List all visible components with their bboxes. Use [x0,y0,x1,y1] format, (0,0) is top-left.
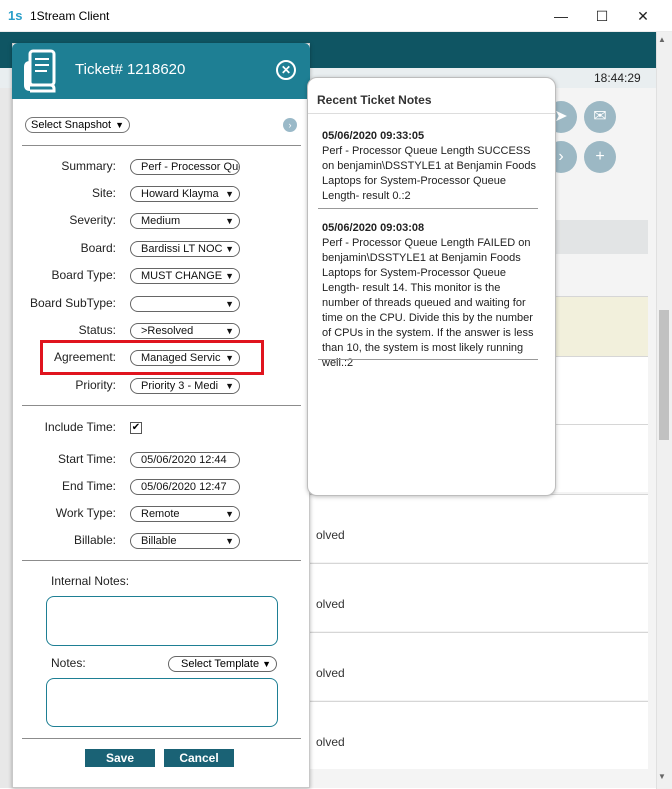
chevron-down-icon: ▼ [223,324,234,338]
billable-label: Billable: [73,533,116,547]
work-type-select[interactable]: Remote ▼ [130,506,240,522]
template-select-label: Select Template [181,658,260,670]
minimize-button[interactable]: — [545,4,577,28]
agreement-select[interactable]: Managed Servic ▼ [130,350,240,366]
template-select[interactable]: Select Template ▼ [168,656,277,672]
scroll-up-icon[interactable]: ▲ [658,35,666,44]
internal-notes-textarea[interactable] [46,596,278,646]
divider [22,738,301,739]
board-type-select-value: MUST CHANGE [141,270,223,282]
chevron-down-icon: ▼ [223,534,234,548]
ticket-document-icon [20,47,62,95]
board-type-label: Board Type: [51,268,117,282]
divider [22,145,301,146]
chevron-down-icon: ▼ [223,242,234,256]
board-select-value: Bardissi LT NOC [141,243,223,255]
window-close-button[interactable]: ✕ [627,4,659,28]
row-status-text: olved [316,666,345,680]
plus-icon[interactable]: + [584,141,616,173]
divider [318,359,538,360]
site-label: Site: [91,186,116,200]
row-status-text: olved [316,597,345,611]
summary-input[interactable]: Perf - Processor Que [130,159,240,175]
window-title: 1Stream Client [30,9,110,23]
list-row[interactable] [308,632,648,700]
board-label: Board: [80,241,116,255]
note-date: 05/06/2020 09:03:08 [322,222,425,234]
chevron-down-icon: ▼ [223,507,234,521]
snapshot-select-label: Select Snapshot [31,119,112,131]
note-item: 05/06/2020 09:33:05 Perf - Processor Que… [322,129,538,204]
priority-select-value: Priority 3 - Medi [141,380,219,392]
snapshot-go-icon[interactable]: › [283,118,297,132]
include-time-checkbox[interactable]: ✔ [130,422,142,434]
chevron-down-icon: ▼ [223,269,234,283]
note-text: Perf - Processor Queue Length FAILED on … [322,237,534,369]
mail-icon[interactable]: ✉ [584,101,616,133]
severity-select-value: Medium [141,215,181,227]
divider [308,113,555,114]
cancel-button[interactable]: Cancel [164,749,234,767]
board-select[interactable]: Bardissi LT NOC ▼ [130,241,240,257]
chevron-down-icon: ▼ [223,379,234,393]
divider [318,208,538,209]
ticket-title: Ticket# 1218620 [75,61,186,78]
status-label: Status: [78,323,116,337]
ticket-dialog [12,43,310,788]
chevron-down-icon: ▼ [223,214,234,228]
severity-label: Severity: [69,213,116,227]
agreement-label: Agreement: [53,350,116,364]
severity-select[interactable]: Medium ▼ [130,213,240,229]
snapshot-select[interactable]: Select Snapshot ▼ [25,117,130,133]
agreement-select-value: Managed Servic [141,352,221,364]
end-time-input[interactable]: 05/06/2020 12:47 [130,479,240,495]
billable-select-value: Billable [141,535,177,547]
list-row[interactable] [308,494,648,562]
site-select[interactable]: Howard Klayma ▼ [130,186,240,202]
chevron-down-icon: ▼ [115,120,124,130]
internal-notes-label: Internal Notes: [51,574,130,588]
note-item: 05/06/2020 09:03:08 Perf - Processor Que… [322,221,538,371]
list-row[interactable] [308,701,648,769]
board-subtype-label: Board SubType: [29,296,116,310]
chevron-down-icon: ▼ [223,351,234,365]
site-select-value: Howard Klayma [141,188,219,200]
app-logo: 1s [8,8,23,23]
start-time-input[interactable]: 05/06/2020 12:44 [130,452,240,468]
board-type-select[interactable]: MUST CHANGE ▼ [130,268,240,284]
chevron-down-icon: ▼ [223,187,234,201]
work-type-label: Work Type: [55,506,116,520]
recent-notes-title: Recent Ticket Notes [317,93,432,107]
board-subtype-select[interactable]: ▼ [130,296,240,312]
list-row[interactable] [308,563,648,631]
divider [22,405,301,406]
include-time-label: Include Time: [44,420,116,434]
notes-label: Notes: [51,656,86,670]
row-status-text: olved [316,735,345,749]
divider [22,560,301,561]
maximize-button[interactable]: ☐ [586,4,618,28]
summary-label: Summary: [61,159,116,173]
dialog-close-icon[interactable]: ✕ [276,60,296,80]
status-select[interactable]: >Resolved ▼ [130,323,240,339]
scrollbar-thumb[interactable] [659,310,669,440]
clock-text: 18:44:29 [594,71,641,85]
priority-label: Priority: [75,378,116,392]
save-button[interactable]: Save [85,749,155,767]
billable-select[interactable]: Billable ▼ [130,533,240,549]
notes-textarea[interactable] [46,678,278,727]
chevron-down-icon: ▼ [223,297,234,311]
status-select-value: >Resolved [141,325,194,337]
note-text: Perf - Processor Queue Length SUCCESS on… [322,145,537,202]
row-status-text: olved [316,528,345,542]
work-type-select-value: Remote [141,508,180,520]
scroll-down-icon[interactable]: ▼ [658,772,666,781]
chevron-down-icon: ▼ [262,659,271,669]
end-time-label: End Time: [61,479,116,493]
priority-select[interactable]: Priority 3 - Medi ▼ [130,378,240,394]
note-date: 05/06/2020 09:33:05 [322,130,425,142]
start-time-label: Start Time: [57,452,116,466]
